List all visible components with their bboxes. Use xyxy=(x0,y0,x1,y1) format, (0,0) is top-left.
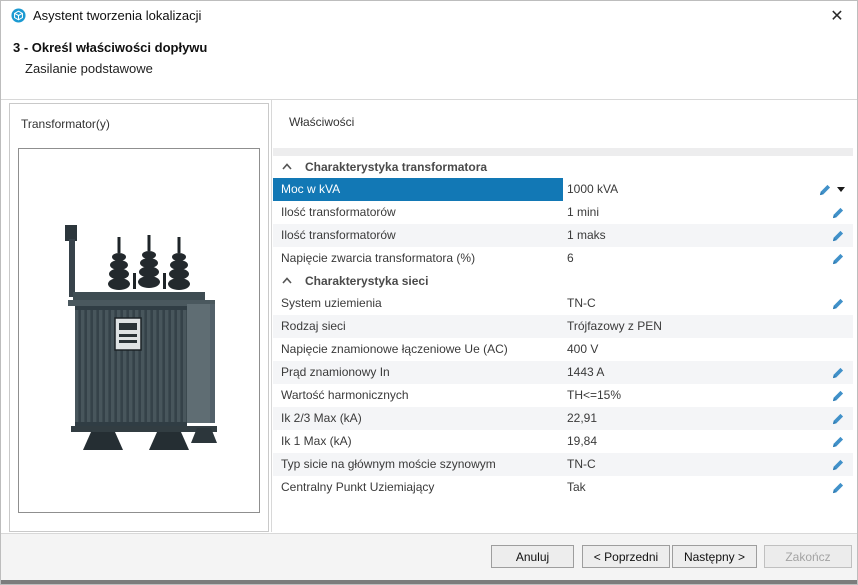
property-value: 1443 A xyxy=(563,361,789,384)
property-value: TN-C xyxy=(563,453,789,476)
property-value: 22,91 xyxy=(563,407,789,430)
section-header[interactable]: Charakterystyka sieci xyxy=(273,270,853,292)
step-title: 3 - Określ właściwości dopływu xyxy=(13,40,207,55)
property-row[interactable]: Moc w kVA 1000 kVA xyxy=(273,178,853,201)
property-label: Ilość transformatorów xyxy=(273,224,563,247)
property-row[interactable]: Ik 2/3 Max (kA) 22,91 xyxy=(273,407,853,430)
property-row-icons xyxy=(789,178,853,201)
properties-grid: Charakterystyka transformatora Moc w kVA… xyxy=(273,156,853,499)
edit-pencil-icon[interactable] xyxy=(831,481,845,495)
property-row-icons xyxy=(789,224,853,247)
edit-pencil-icon[interactable] xyxy=(831,366,845,380)
property-row[interactable]: Typ sicie na głównym moście szynowym TN-… xyxy=(273,453,853,476)
transformer-image xyxy=(39,197,239,487)
edit-pencil-icon[interactable] xyxy=(831,297,845,311)
property-row[interactable]: Prąd znamionowy In 1443 A xyxy=(273,361,853,384)
finish-button: Zakończ xyxy=(764,545,852,568)
property-row-icons xyxy=(789,315,853,338)
section-header-label: Charakterystyka sieci xyxy=(305,274,428,288)
next-button[interactable]: Następny > xyxy=(672,545,757,568)
property-row-icons xyxy=(789,430,853,453)
property-value: 19,84 xyxy=(563,430,789,453)
window-title: Asystent tworzenia lokalizacji xyxy=(33,8,201,23)
dropdown-caret-icon[interactable] xyxy=(837,187,845,192)
property-label: Typ sicie na głównym moście szynowym xyxy=(273,453,563,476)
property-row-icons xyxy=(789,292,853,315)
property-row-icons xyxy=(789,201,853,224)
cancel-button[interactable]: Anuluj xyxy=(491,545,574,568)
edit-pencil-icon[interactable] xyxy=(818,183,832,197)
property-label: Centralny Punkt Uziemiający xyxy=(273,476,563,499)
wizard-window: Asystent tworzenia lokalizacji ✕ 3 - Okr… xyxy=(0,0,858,585)
section-header[interactable]: Charakterystyka transformatora xyxy=(273,156,853,178)
property-row-icons xyxy=(789,453,853,476)
previous-button[interactable]: < Poprzedni xyxy=(582,545,670,568)
chevron-up-icon[interactable] xyxy=(281,275,293,287)
property-value: TN-C xyxy=(563,292,789,315)
property-row[interactable]: System uziemienia TN-C xyxy=(273,292,853,315)
chevron-up-icon[interactable] xyxy=(281,161,293,173)
property-label: Rodzaj sieci xyxy=(273,315,563,338)
property-value: 400 V xyxy=(563,338,789,361)
property-value: 1000 kVA xyxy=(563,178,789,201)
property-row[interactable]: Centralny Punkt Uziemiający Tak xyxy=(273,476,853,499)
property-label: Ilość transformatorów xyxy=(273,201,563,224)
property-value: 6 xyxy=(563,247,789,270)
property-value: Tak xyxy=(563,476,789,499)
property-label: Moc w kVA xyxy=(273,178,563,201)
property-row[interactable]: Napięcie znamionowe łączeniowe Ue (AC) 4… xyxy=(273,338,853,361)
window-bottom-edge xyxy=(1,580,857,585)
property-row-icons xyxy=(789,338,853,361)
property-value: 1 mini xyxy=(563,201,789,224)
property-value: Trójfazowy z PEN xyxy=(563,315,789,338)
step-subtitle: Zasilanie podstawowe xyxy=(25,61,153,76)
edit-pencil-icon[interactable] xyxy=(831,458,845,472)
property-value: TH<=15% xyxy=(563,384,789,407)
edit-pencil-icon[interactable] xyxy=(831,412,845,426)
property-row[interactable]: Rodzaj sieci Trójfazowy z PEN xyxy=(273,315,853,338)
property-row-icons xyxy=(789,361,853,384)
transformer-panel-title: Transformator(y) xyxy=(21,117,110,131)
property-row[interactable]: Napięcie zwarcia transformatora (%) 6 xyxy=(273,247,853,270)
property-label: Prąd znamionowy In xyxy=(273,361,563,384)
property-row-icons xyxy=(789,384,853,407)
properties-title: Właściwości xyxy=(289,115,354,129)
edit-pencil-icon[interactable] xyxy=(831,252,845,266)
app-icon xyxy=(11,8,26,23)
transformer-image-box xyxy=(18,148,260,513)
section-header-label: Charakterystyka transformatora xyxy=(305,160,487,174)
property-label: Ik 2/3 Max (kA) xyxy=(273,407,563,430)
close-icon[interactable]: ✕ xyxy=(827,7,847,27)
property-value: 1 maks xyxy=(563,224,789,247)
edit-pencil-icon[interactable] xyxy=(831,229,845,243)
property-label: Wartość harmonicznych xyxy=(273,384,563,407)
property-label: System uziemienia xyxy=(273,292,563,315)
edit-pencil-icon[interactable] xyxy=(831,389,845,403)
property-row[interactable]: Ilość transformatorów 1 mini xyxy=(273,201,853,224)
property-row[interactable]: Ik 1 Max (kA) 19,84 xyxy=(273,430,853,453)
property-row-icons xyxy=(789,476,853,499)
property-row[interactable]: Ilość transformatorów 1 maks xyxy=(273,224,853,247)
edit-pencil-icon[interactable] xyxy=(831,206,845,220)
grid-top-strip xyxy=(273,148,853,156)
property-row[interactable]: Wartość harmonicznych TH<=15% xyxy=(273,384,853,407)
property-label: Ik 1 Max (kA) xyxy=(273,430,563,453)
property-row-icons xyxy=(789,407,853,430)
edit-pencil-icon[interactable] xyxy=(831,435,845,449)
property-label: Napięcie znamionowe łączeniowe Ue (AC) xyxy=(273,338,563,361)
property-row-icons xyxy=(789,247,853,270)
property-label: Napięcie zwarcia transformatora (%) xyxy=(273,247,563,270)
footer-bar: Anuluj < Poprzedni Następny > Zakończ xyxy=(1,533,857,580)
panel-divider xyxy=(271,100,272,532)
header-separator xyxy=(1,99,857,100)
transformer-panel: Transformator(y) xyxy=(9,103,269,532)
title-bar: Asystent tworzenia lokalizacji ✕ xyxy=(1,1,857,35)
